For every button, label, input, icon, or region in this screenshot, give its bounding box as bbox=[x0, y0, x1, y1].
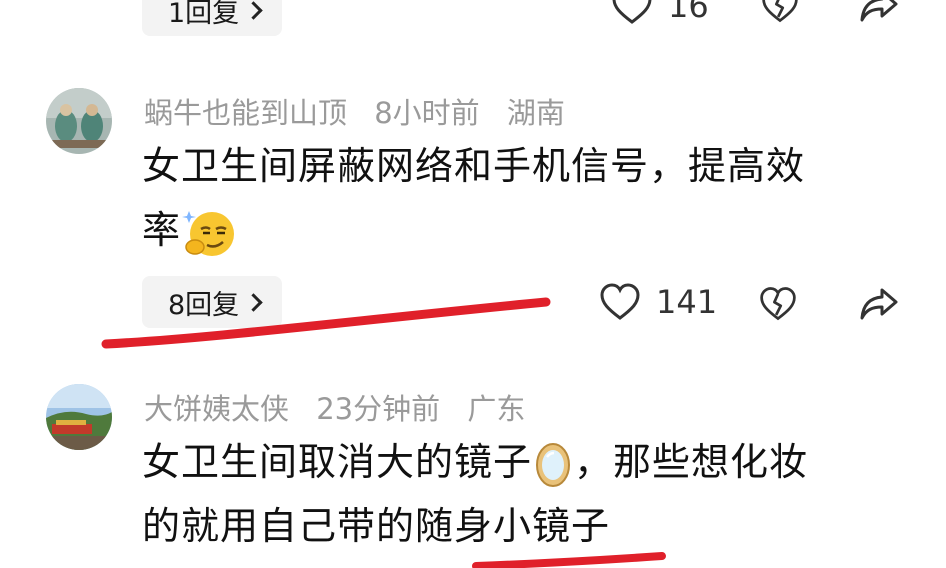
comment-text-fragment: ，那些想化妆 bbox=[574, 440, 809, 484]
username[interactable]: 大饼姨太侠 bbox=[144, 392, 289, 426]
comment-section: 1回复 16 蜗牛也能到山顶 8小时前 湖南 女卫生间屏蔽网络和手机信号，提高效… bbox=[0, 0, 946, 568]
reply-count-label: 8回复 bbox=[168, 289, 240, 321]
avatar-image bbox=[46, 384, 112, 450]
comment-meta: 大饼姨太侠 23分钟前 广东 bbox=[144, 386, 543, 428]
avatar[interactable] bbox=[46, 384, 112, 450]
like-button[interactable]: 141 bbox=[598, 282, 717, 322]
reply-count-button[interactable]: 1回复 bbox=[142, 0, 283, 36]
like-count: 141 bbox=[656, 283, 718, 321]
dislike-button[interactable] bbox=[760, 0, 800, 26]
share-icon bbox=[860, 0, 898, 22]
chevron-right-icon bbox=[244, 293, 263, 312]
chevron-right-icon bbox=[244, 1, 263, 20]
share-button[interactable] bbox=[858, 0, 900, 26]
mirror-emoji bbox=[536, 442, 571, 487]
broken-heart-icon bbox=[762, 0, 798, 23]
comment-item: 蜗牛也能到山顶 8小时前 湖南 女卫生间屏蔽网络和手机信号，提高效 率 8回复 … bbox=[0, 86, 946, 356]
timestamp: 8小时前 bbox=[374, 96, 480, 130]
share-icon bbox=[860, 288, 898, 320]
heart-icon bbox=[612, 0, 652, 24]
comment-meta: 蜗牛也能到山顶 8小时前 湖南 bbox=[144, 90, 583, 132]
like-button[interactable]: 16 bbox=[610, 0, 709, 26]
timestamp: 23分钟前 bbox=[316, 392, 441, 426]
avatar[interactable] bbox=[46, 88, 112, 154]
reply-count-label: 1回复 bbox=[168, 0, 240, 29]
previous-comment-actions: 1回复 16 bbox=[0, 0, 946, 40]
comment-text-line: 率 bbox=[142, 198, 902, 262]
comment-text-line: 的就用自己带的随身小镜子 bbox=[142, 504, 611, 548]
username[interactable]: 蜗牛也能到山顶 bbox=[144, 96, 347, 130]
like-count: 16 bbox=[668, 0, 709, 25]
location: 广东 bbox=[467, 392, 526, 426]
comment-text: 女卫生间屏蔽网络和手机信号，提高效 率 bbox=[142, 134, 902, 262]
comment-text: 女卫生间取消大的镜子 ，那些想化妆 的就用自己带的随身小镜子 bbox=[142, 430, 902, 558]
reply-count-button[interactable]: 8回复 bbox=[142, 276, 283, 328]
comment-text-line: 女卫生间取消大的镜子 ，那些想化妆 bbox=[142, 430, 902, 494]
location: 湖南 bbox=[506, 96, 565, 130]
comment-text-fragment: 率 bbox=[142, 208, 182, 252]
smirk-face-emoji bbox=[182, 210, 235, 256]
comment-text-line: 女卫生间屏蔽网络和手机信号，提高效 bbox=[142, 144, 806, 188]
comment-item: 大饼姨太侠 23分钟前 广东 女卫生间取消大的镜子 ，那些想化妆 的就用自己带的… bbox=[0, 382, 946, 568]
heart-icon bbox=[600, 283, 640, 320]
share-button[interactable] bbox=[858, 284, 900, 324]
avatar-image bbox=[46, 88, 112, 154]
broken-heart-icon bbox=[760, 287, 796, 321]
dislike-button[interactable] bbox=[758, 284, 798, 324]
comment-text-fragment: 女卫生间取消大的镜子 bbox=[142, 440, 533, 484]
